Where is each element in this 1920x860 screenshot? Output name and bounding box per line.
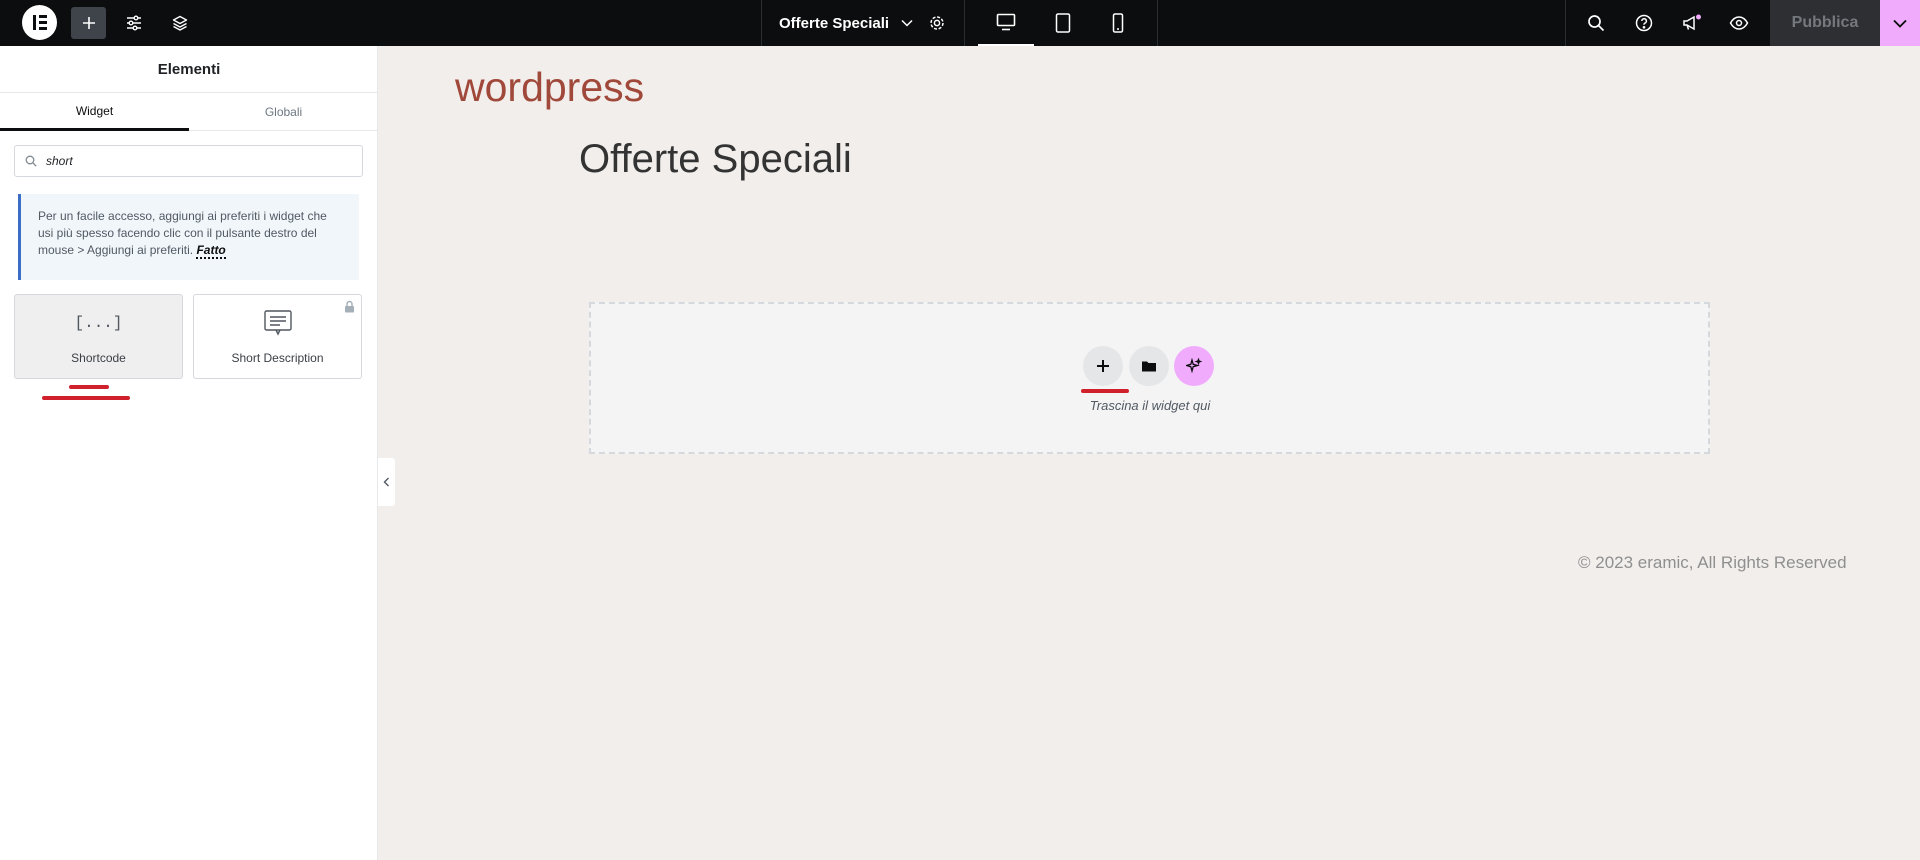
layers-icon — [172, 15, 188, 31]
sparkle-icon — [1186, 358, 1202, 374]
add-template-button[interactable] — [1129, 346, 1169, 386]
elementor-logo-icon[interactable] — [22, 5, 57, 40]
document-title: Offerte Speciali — [779, 14, 890, 32]
widget-shortcode[interactable]: [...] Shortcode — [14, 294, 183, 379]
widget-search-input[interactable] — [46, 154, 346, 168]
footer-copyright[interactable]: © 2023 eramic, All Rights Reserved — [1578, 553, 1847, 573]
highlight-underline — [1081, 389, 1129, 393]
chevron-down-icon — [1893, 19, 1907, 28]
widget-search-box — [14, 145, 363, 177]
search-icon — [25, 155, 37, 167]
short-description-icon — [263, 309, 292, 337]
site-settings-button[interactable] — [121, 0, 147, 46]
mobile-icon — [1112, 13, 1124, 33]
add-section-button[interactable] — [1083, 346, 1123, 386]
collapse-panel-button[interactable] — [378, 458, 395, 506]
desktop-icon — [996, 13, 1016, 31]
tab-globali[interactable]: Globali — [189, 93, 378, 131]
highlight-underline — [42, 396, 130, 400]
dropzone-hint: Trascina il widget qui — [1089, 398, 1211, 413]
folder-icon — [1142, 361, 1156, 372]
search-icon — [1588, 15, 1605, 32]
chevron-left-icon — [383, 477, 389, 487]
site-logo[interactable]: wordpress — [455, 64, 644, 111]
sliders-icon — [127, 15, 141, 31]
widget-label: Short Description — [231, 350, 324, 365]
favorites-tip: Per un facile accesso, aggiungi ai prefe… — [18, 194, 359, 280]
add-element-button[interactable] — [71, 7, 106, 39]
panel-tabs: Widget Globali — [0, 93, 378, 131]
elements-panel: Elementi Widget Globali Per un facile ac… — [0, 46, 378, 860]
tip-done-link[interactable]: Fatto — [196, 243, 226, 259]
shortcode-icon: [...] — [74, 313, 123, 332]
tab-widget[interactable]: Widget — [0, 93, 189, 131]
mobile-view-button[interactable] — [1104, 0, 1132, 46]
help-icon — [1635, 14, 1653, 32]
chevron-down-icon — [901, 19, 913, 27]
plus-icon — [82, 17, 95, 29]
gear-icon — [930, 16, 944, 30]
help-button[interactable] — [1631, 0, 1657, 46]
top-bar: Offerte Speciali Pubblica — [0, 0, 1920, 46]
desktop-view-button[interactable] — [978, 0, 1034, 46]
widget-short-description[interactable]: Short Description — [193, 294, 362, 379]
tip-text: Per un facile accesso, aggiungi ai prefe… — [38, 209, 327, 257]
page-heading[interactable]: Offerte Speciali — [579, 137, 852, 182]
page-settings-button[interactable] — [924, 0, 950, 46]
preview-button[interactable] — [1726, 0, 1752, 46]
panel-title: Elementi — [0, 46, 378, 93]
eye-icon — [1729, 16, 1749, 30]
tablet-icon — [1055, 13, 1071, 33]
highlight-underline — [69, 385, 109, 389]
widget-label: Shortcode — [71, 350, 126, 365]
notifications-icon — [1683, 14, 1701, 31]
publish-options-button[interactable] — [1880, 0, 1920, 46]
tablet-view-button[interactable] — [1049, 0, 1077, 46]
finder-button[interactable] — [1583, 0, 1609, 46]
notifications-button[interactable] — [1679, 0, 1705, 46]
structure-button[interactable] — [167, 0, 193, 46]
document-title-dropdown[interactable]: Offerte Speciali — [762, 0, 922, 46]
plus-icon — [1097, 360, 1109, 372]
publish-button[interactable]: Pubblica — [1770, 0, 1880, 46]
lock-icon — [345, 300, 354, 313]
ai-generate-button[interactable] — [1174, 346, 1214, 386]
